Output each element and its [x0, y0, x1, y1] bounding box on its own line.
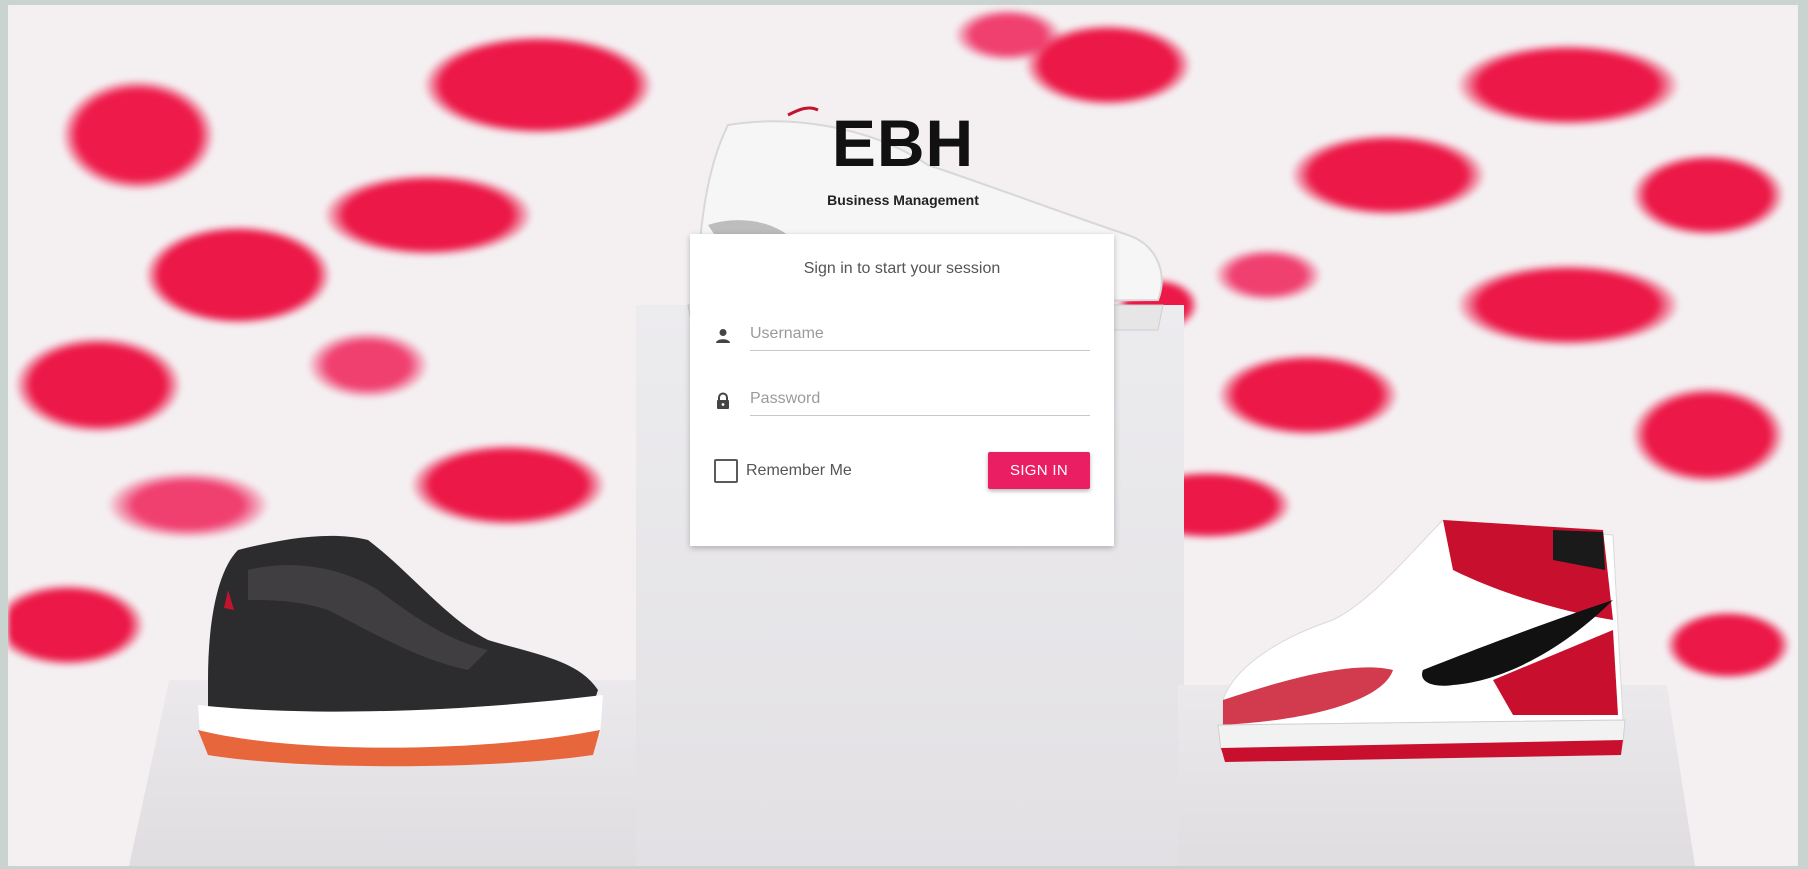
login-message: Sign in to start your session: [803, 260, 1001, 277]
username-input[interactable]: [750, 317, 1090, 351]
username-field-group: [714, 313, 1090, 357]
sneaker-image-left: [198, 535, 603, 767]
lock-icon: [717, 392, 729, 409]
sign-in-button[interactable]: SIGN IN: [988, 452, 1090, 489]
remember-me[interactable]: Remember Me: [714, 458, 852, 484]
login-page: EBH Business Management Sign in to start…: [8, 5, 1798, 866]
login-card: Sign in to start your session Remember M…: [690, 234, 1114, 546]
password-field-group: [714, 378, 1090, 422]
brand-title: EBH: [831, 106, 975, 180]
brand-header: EBH Business Management: [8, 110, 1798, 208]
password-input[interactable]: [750, 382, 1090, 416]
remember-me-checkbox[interactable]: [714, 459, 738, 483]
remember-me-label: Remember Me: [746, 462, 852, 479]
person-icon: [716, 329, 730, 343]
brand-subtitle: Business Management: [827, 192, 979, 208]
sneaker-image-right: [1217, 519, 1626, 762]
